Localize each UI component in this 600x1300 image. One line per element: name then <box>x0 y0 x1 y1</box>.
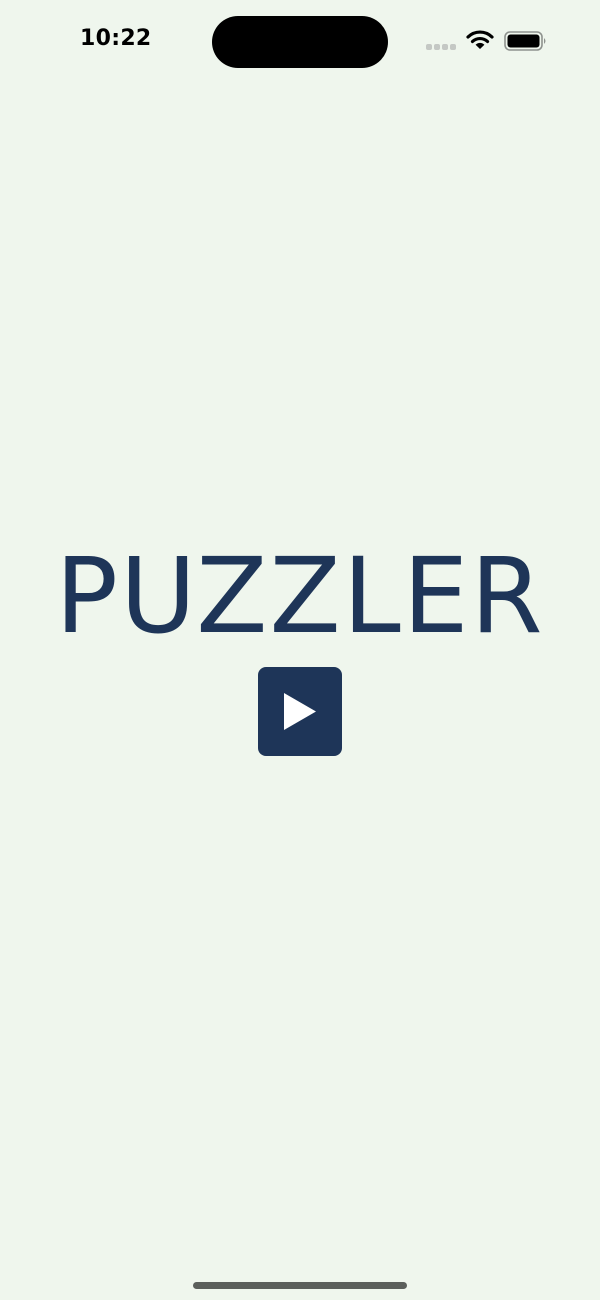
app-title: PUZZLER <box>55 535 545 657</box>
cellular-signal-icon <box>426 44 458 50</box>
home-indicator[interactable] <box>193 1282 407 1289</box>
battery-icon <box>504 30 548 52</box>
play-button[interactable] <box>258 667 342 756</box>
wifi-icon <box>466 29 494 51</box>
dynamic-island <box>212 16 388 68</box>
status-bar: 10:22 <box>0 0 600 90</box>
play-icon <box>284 693 316 730</box>
status-time: 10:22 <box>80 26 152 51</box>
